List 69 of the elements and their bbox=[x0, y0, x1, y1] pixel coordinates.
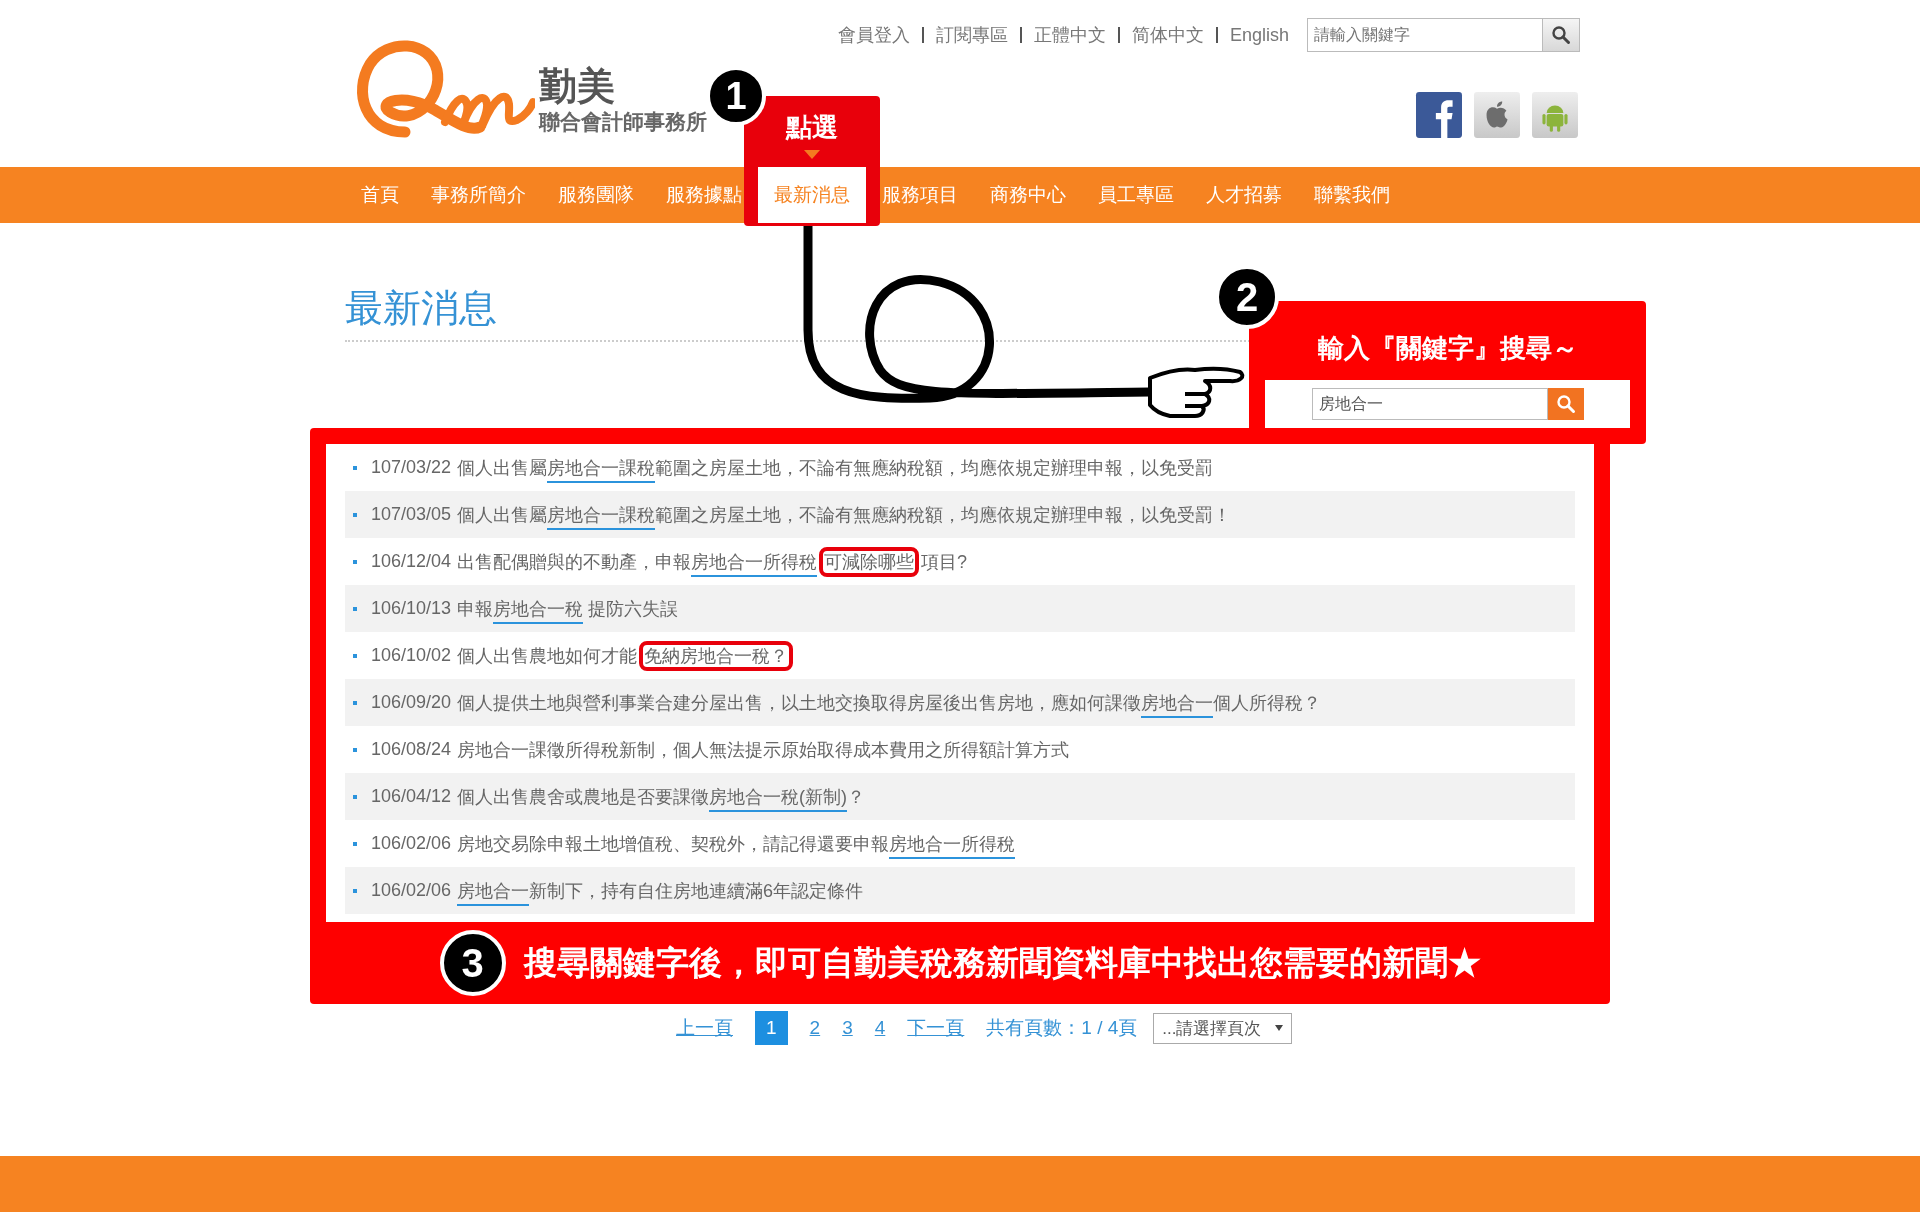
logo-subtitle: 聯合會計師事務所 bbox=[539, 109, 707, 135]
bullet-icon bbox=[353, 888, 357, 893]
next-link[interactable]: 下一頁 bbox=[907, 1015, 965, 1041]
top-link[interactable]: 會員登入 bbox=[825, 27, 922, 43]
top-link[interactable]: 訂閱專區 bbox=[921, 27, 1020, 43]
facebook-icon[interactable] bbox=[1414, 92, 1464, 138]
apple-icon[interactable] bbox=[1472, 92, 1522, 138]
nav-item[interactable]: 服務團隊 bbox=[542, 167, 650, 223]
news-link[interactable]: 個人提供土地與營利事業合建分屋出售，以土地交換取得房屋後出售房地，應如何課徵房地合一個人所得稅？ bbox=[457, 690, 1322, 715]
nav-item[interactable]: 服務項目 bbox=[866, 167, 974, 223]
search-button[interactable] bbox=[1543, 18, 1580, 52]
news-link[interactable]: 房地合一新制下，持有自住房地連續滿6年認定條件 bbox=[457, 878, 864, 903]
callout-text: 搜尋關鍵字後，即可自勤美稅務新聞資料庫中找出您需要的新聞★ bbox=[523, 942, 1481, 983]
bullet-icon bbox=[353, 841, 357, 846]
caret-icon bbox=[804, 150, 820, 159]
news-link[interactable]: 個人出售屬房地合一課稅範圍之房屋土地，不論有無應納稅額，均應依規定辦理申報，以免受罰 bbox=[457, 455, 1214, 480]
page-link[interactable]: 2 bbox=[809, 1017, 821, 1039]
nav-item[interactable]: 聯繫我們 bbox=[1298, 167, 1406, 223]
search-icon bbox=[1555, 394, 1576, 414]
news-link[interactable]: 個人出售屬房地合一課稅範圍之房屋土地，不論有無應納稅額，均應依規定辦理申報，以免受罰！ bbox=[457, 502, 1232, 527]
news-link[interactable]: 房地合一課徵所得稅新制，個人無法提示原始取得成本費用之所得額計算方式 bbox=[457, 737, 1070, 762]
bullet-icon bbox=[353, 512, 357, 517]
news-link[interactable]: 個人出售農地如何才能 免納房地合一稅？ bbox=[457, 643, 796, 668]
news-link[interactable]: 個人出售農舍或農地是否要課徵房地合一稅(新制)？ bbox=[457, 784, 866, 809]
top-link[interactable]: 正體中文 bbox=[1019, 27, 1118, 43]
pointing-hand-icon bbox=[1148, 366, 1245, 418]
page-link[interactable]: 1 bbox=[755, 1011, 788, 1045]
news-link[interactable]: 出售配偶贈與的不動產，申報房地合一所得稅 可減除哪些 項目? bbox=[457, 549, 968, 574]
page-count: 共有頁數：1 / 4頁 bbox=[986, 1016, 1138, 1040]
bullet-icon bbox=[353, 747, 357, 752]
news-date: 107/03/05 bbox=[371, 504, 452, 525]
page-select[interactable]: ...請選擇頁次 bbox=[1153, 1012, 1293, 1044]
logo-name: 勤美 bbox=[539, 66, 616, 108]
nav-item[interactable]: 人才招募 bbox=[1190, 167, 1298, 223]
news-date: 106/02/06 bbox=[371, 880, 452, 901]
news-date: 106/10/13 bbox=[371, 598, 452, 619]
bullet-icon bbox=[353, 606, 357, 611]
news-date: 106/02/06 bbox=[371, 833, 452, 854]
news-date: 106/12/04 bbox=[371, 551, 452, 572]
news-date: 106/10/02 bbox=[371, 645, 452, 666]
search-field[interactable]: 請輸入關鍵字 bbox=[1307, 18, 1543, 52]
callout-title: 輸入『關鍵字』搜尋～ bbox=[1317, 332, 1578, 365]
callout-label: 點選 bbox=[784, 111, 839, 144]
nav-item[interactable]: 最新消息 bbox=[758, 167, 866, 223]
dropdown-icon bbox=[1275, 1025, 1284, 1031]
page-link[interactable]: 3 bbox=[842, 1017, 853, 1039]
news-date: 106/09/20 bbox=[371, 692, 452, 713]
search-field[interactable]: 房地合一 bbox=[1311, 388, 1548, 420]
bullet-icon bbox=[353, 794, 357, 799]
bullet-icon bbox=[353, 465, 357, 470]
nav-item[interactable]: 員工專區 bbox=[1082, 167, 1190, 223]
bullet-icon bbox=[353, 653, 357, 658]
news-date: 106/08/24 bbox=[371, 739, 452, 760]
news-date: 107/03/22 bbox=[371, 457, 452, 478]
bullet-icon bbox=[353, 700, 357, 705]
top-link[interactable]: 简体中文 bbox=[1117, 27, 1216, 43]
step-badge: 3 bbox=[439, 930, 506, 996]
top-link[interactable]: English bbox=[1215, 27, 1301, 43]
news-date: 106/04/12 bbox=[371, 786, 452, 807]
news-link[interactable]: 房地交易除申報土地增值稅、契稅外，請記得還要申報房地合一所得稅 bbox=[457, 831, 1016, 856]
bullet-icon bbox=[353, 559, 357, 564]
nav-item[interactable]: 首頁 bbox=[345, 167, 415, 223]
nav-item[interactable]: 服務據點 bbox=[650, 167, 758, 223]
page-link[interactable]: 4 bbox=[874, 1017, 886, 1039]
nav-item[interactable]: 商務中心 bbox=[974, 167, 1082, 223]
nav-item[interactable]: 事務所簡介 bbox=[415, 167, 542, 223]
prev-link[interactable]: 上一頁 bbox=[676, 1015, 733, 1041]
news-link[interactable]: 申報房地合一稅 提防六失誤 bbox=[457, 596, 679, 621]
search-icon bbox=[1551, 25, 1571, 45]
